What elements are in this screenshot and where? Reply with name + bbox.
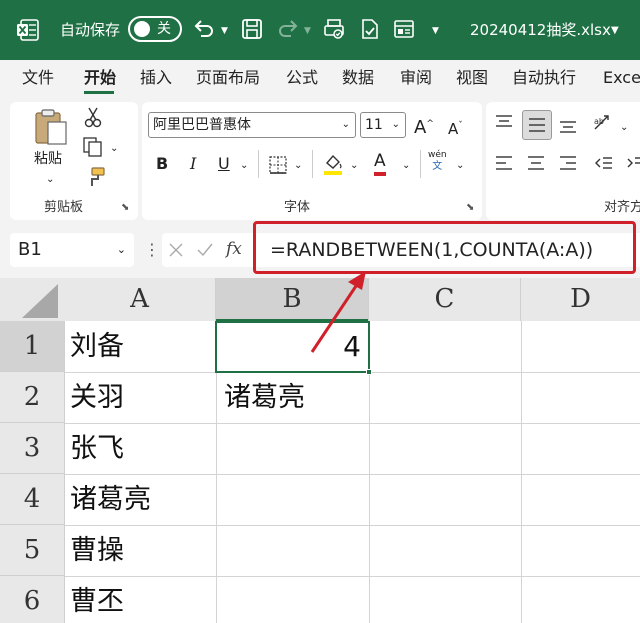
annotation-arrow-icon — [310, 271, 366, 353]
